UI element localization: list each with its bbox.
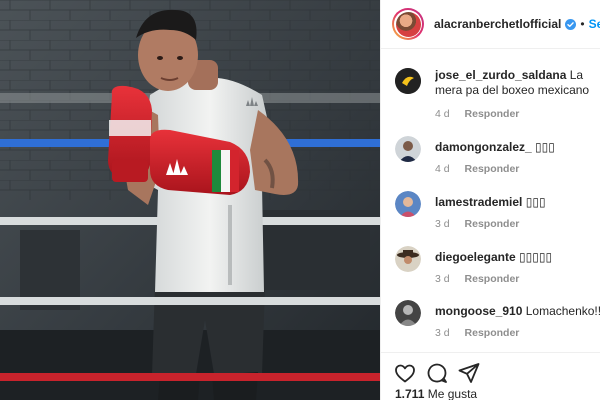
- comment-username[interactable]: diegoelegante: [435, 250, 516, 264]
- likes-label: Me gusta: [427, 387, 478, 400]
- verified-badge-icon: [565, 18, 577, 30]
- comment-time[interactable]: 4 d: [435, 108, 450, 120]
- comment-text: lamestrademiel ▯▯▯: [435, 195, 600, 210]
- comment-username[interactable]: damongonzalez_: [435, 140, 532, 154]
- likes-count: 1.711: [395, 387, 425, 400]
- fighter-avatar-icon[interactable]: [395, 300, 421, 326]
- share-paper-plane-icon[interactable]: [457, 361, 481, 385]
- author-avatar[interactable]: [392, 8, 424, 40]
- reply-button[interactable]: Responder: [465, 163, 520, 175]
- reply-button[interactable]: Responder: [465, 273, 520, 285]
- header-separator: •: [580, 17, 585, 31]
- rope-white-bottom: [0, 297, 380, 305]
- likes-summary[interactable]: 1.711 Me gusta: [395, 387, 477, 400]
- comment-body: Lomachenko!!!!: [525, 304, 600, 318]
- comment-body: ▯▯▯▯▯: [519, 250, 553, 264]
- woman-avatar-icon[interactable]: [395, 191, 421, 217]
- reply-button[interactable]: Responder: [465, 327, 520, 339]
- comment-meta: 4 d Responder: [435, 163, 519, 175]
- post-photo[interactable]: [0, 0, 380, 400]
- comment-list: jose_el_zurdo_saldana La mera pa del box…: [381, 50, 600, 350]
- comment-meta: 4 d Responder: [435, 108, 519, 120]
- hat-avatar-icon[interactable]: [395, 246, 421, 272]
- post-header: alacranberchetlofficial • Seguir: [381, 0, 600, 49]
- comment-username[interactable]: jose_el_zurdo_saldana: [435, 68, 566, 82]
- comment-meta: 3 d Responder: [435, 327, 519, 339]
- comment-body: ▯▯▯: [535, 140, 555, 154]
- comment-time[interactable]: 3 d: [435, 218, 450, 230]
- man-avatar-icon[interactable]: [395, 136, 421, 162]
- comment-bubble-icon[interactable]: [425, 361, 449, 385]
- follow-button[interactable]: Seguir: [589, 17, 600, 31]
- comment-username[interactable]: mongoose_910: [435, 304, 522, 318]
- boxer-photo-illustration: [0, 0, 380, 400]
- comment-meta: 3 d Responder: [435, 273, 519, 285]
- comment-username[interactable]: lamestrademiel: [435, 195, 522, 209]
- comment-text: jose_el_zurdo_saldana La mera pa del box…: [435, 68, 600, 98]
- rope-red: [0, 373, 380, 381]
- comment-time[interactable]: 4 d: [435, 163, 450, 175]
- comment-text: mongoose_910 Lomachenko!!!!: [435, 304, 600, 319]
- comment-body: ▯▯▯: [525, 195, 546, 209]
- comment-meta: 3 d Responder: [435, 218, 519, 230]
- comment-time[interactable]: 3 d: [435, 273, 450, 285]
- heart-icon[interactable]: [393, 361, 417, 385]
- comment-time[interactable]: 3 d: [435, 327, 450, 339]
- reply-button[interactable]: Responder: [465, 218, 520, 230]
- reply-button[interactable]: Responder: [465, 108, 520, 120]
- author-username[interactable]: alacranberchetlofficial: [434, 17, 561, 31]
- logo-avatar-icon[interactable]: [395, 68, 421, 94]
- comment-text: diegoelegante ▯▯▯▯▯: [435, 250, 600, 265]
- comments-panel: alacranberchetlofficial • Seguir jose_el…: [380, 0, 600, 400]
- comment-text: damongonzalez_ ▯▯▯: [435, 140, 600, 155]
